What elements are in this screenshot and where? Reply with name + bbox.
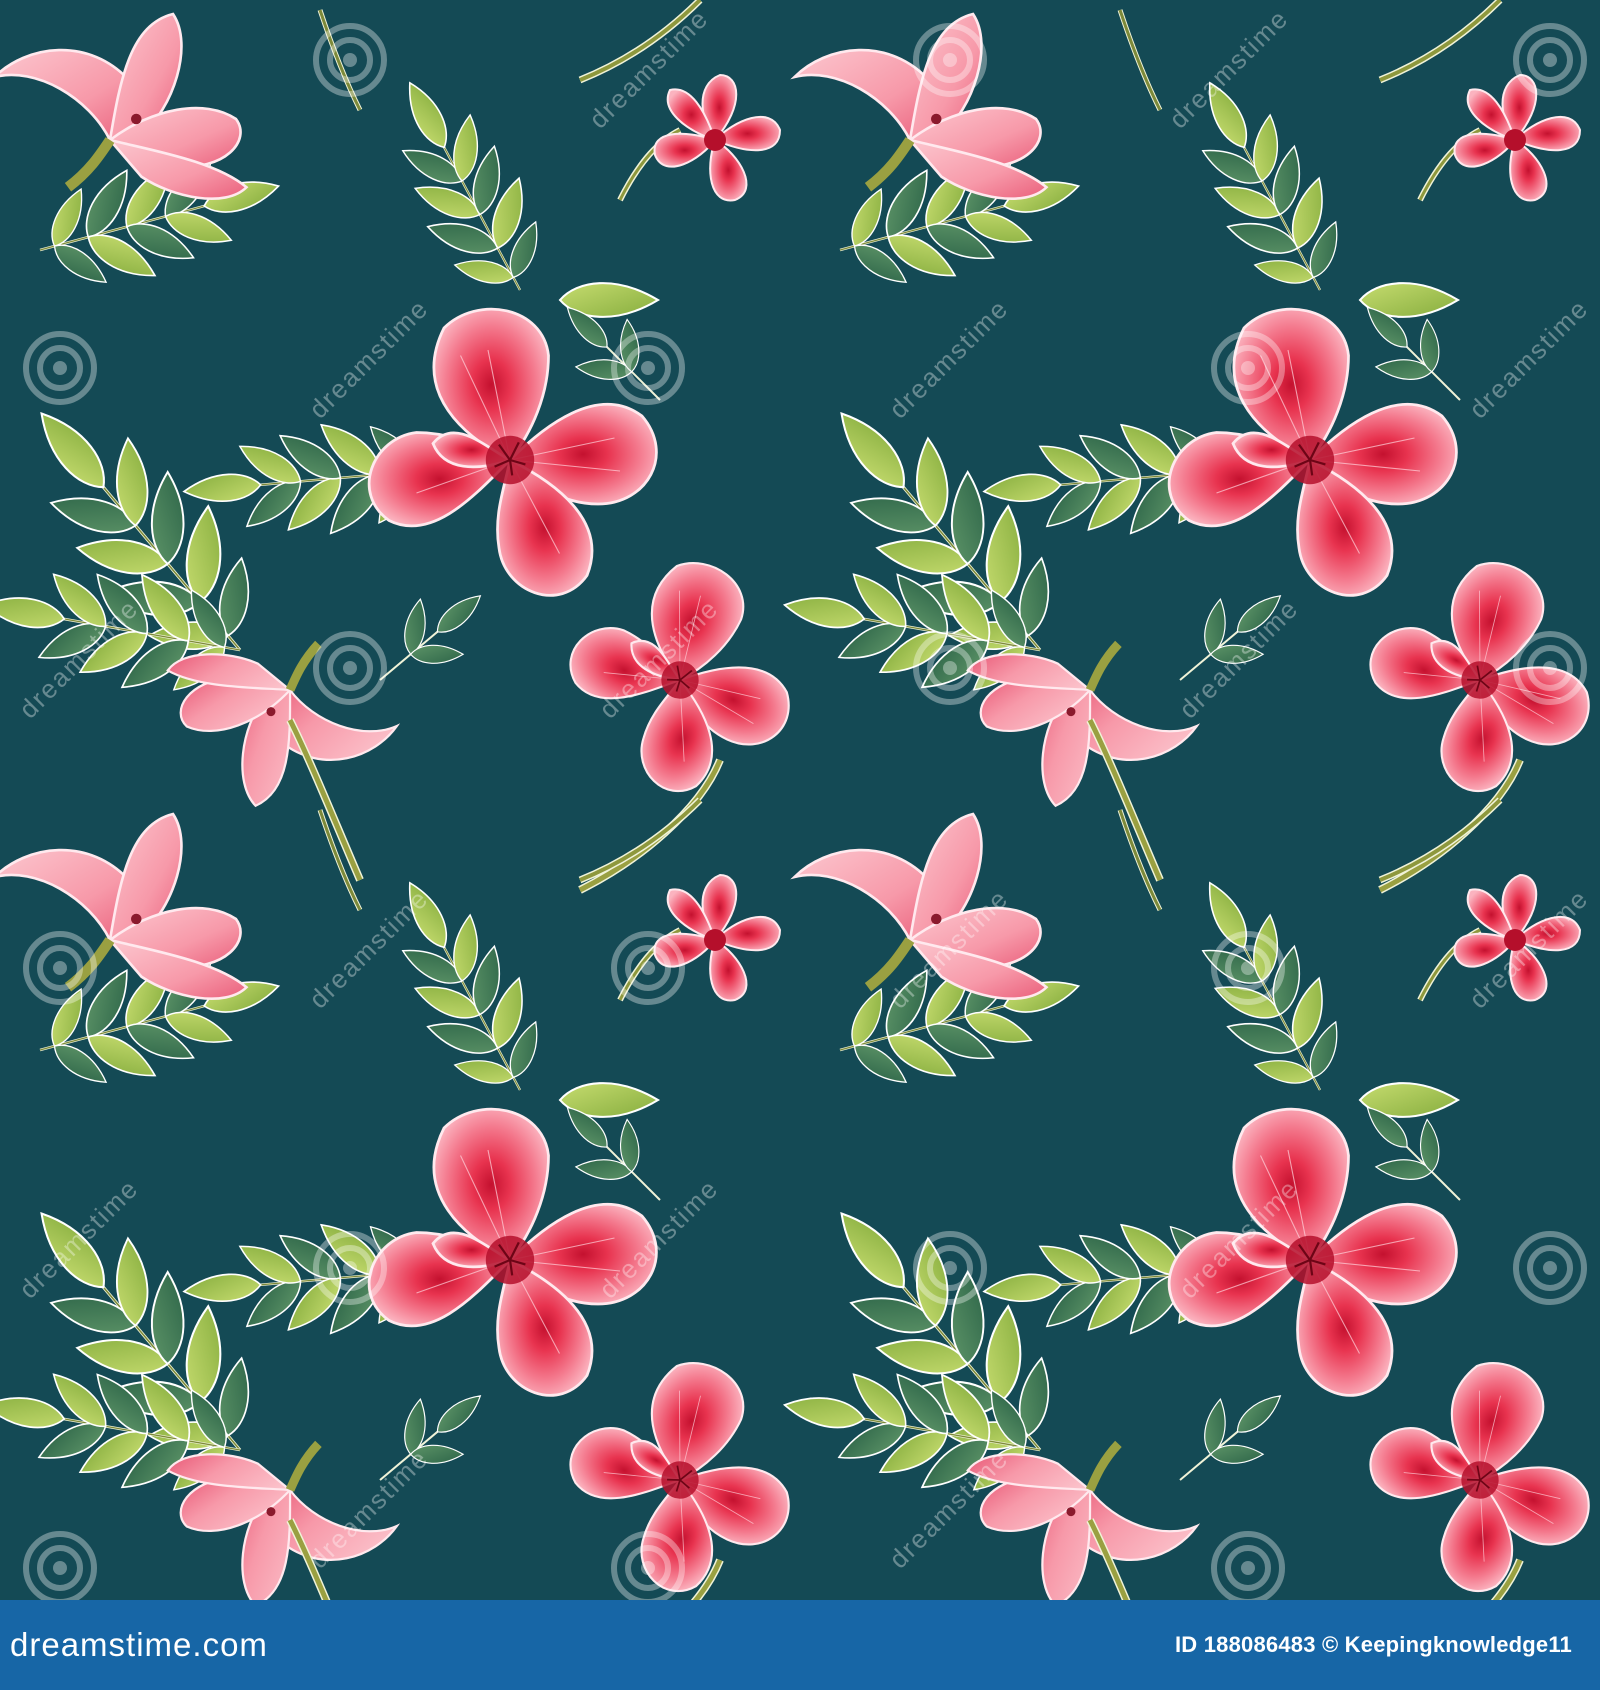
brand-dot: . bbox=[192, 1626, 203, 1663]
brand-left: dreamstime bbox=[10, 1626, 193, 1663]
pattern-canvas: dreamstime dreamstime dreamstime dreamst… bbox=[0, 0, 1600, 1600]
floral-pattern: dreamstime dreamstime dreamstime dreamst… bbox=[0, 0, 1600, 1600]
brand-right: com bbox=[202, 1626, 268, 1663]
footer-bar: dreamstime . com ID 188086483 © Keepingk… bbox=[0, 1600, 1600, 1690]
image-credit: ID 188086483 © Keepingknowledge11 bbox=[1175, 1632, 1572, 1657]
brand-logo[interactable]: dreamstime . com bbox=[10, 1626, 268, 1664]
